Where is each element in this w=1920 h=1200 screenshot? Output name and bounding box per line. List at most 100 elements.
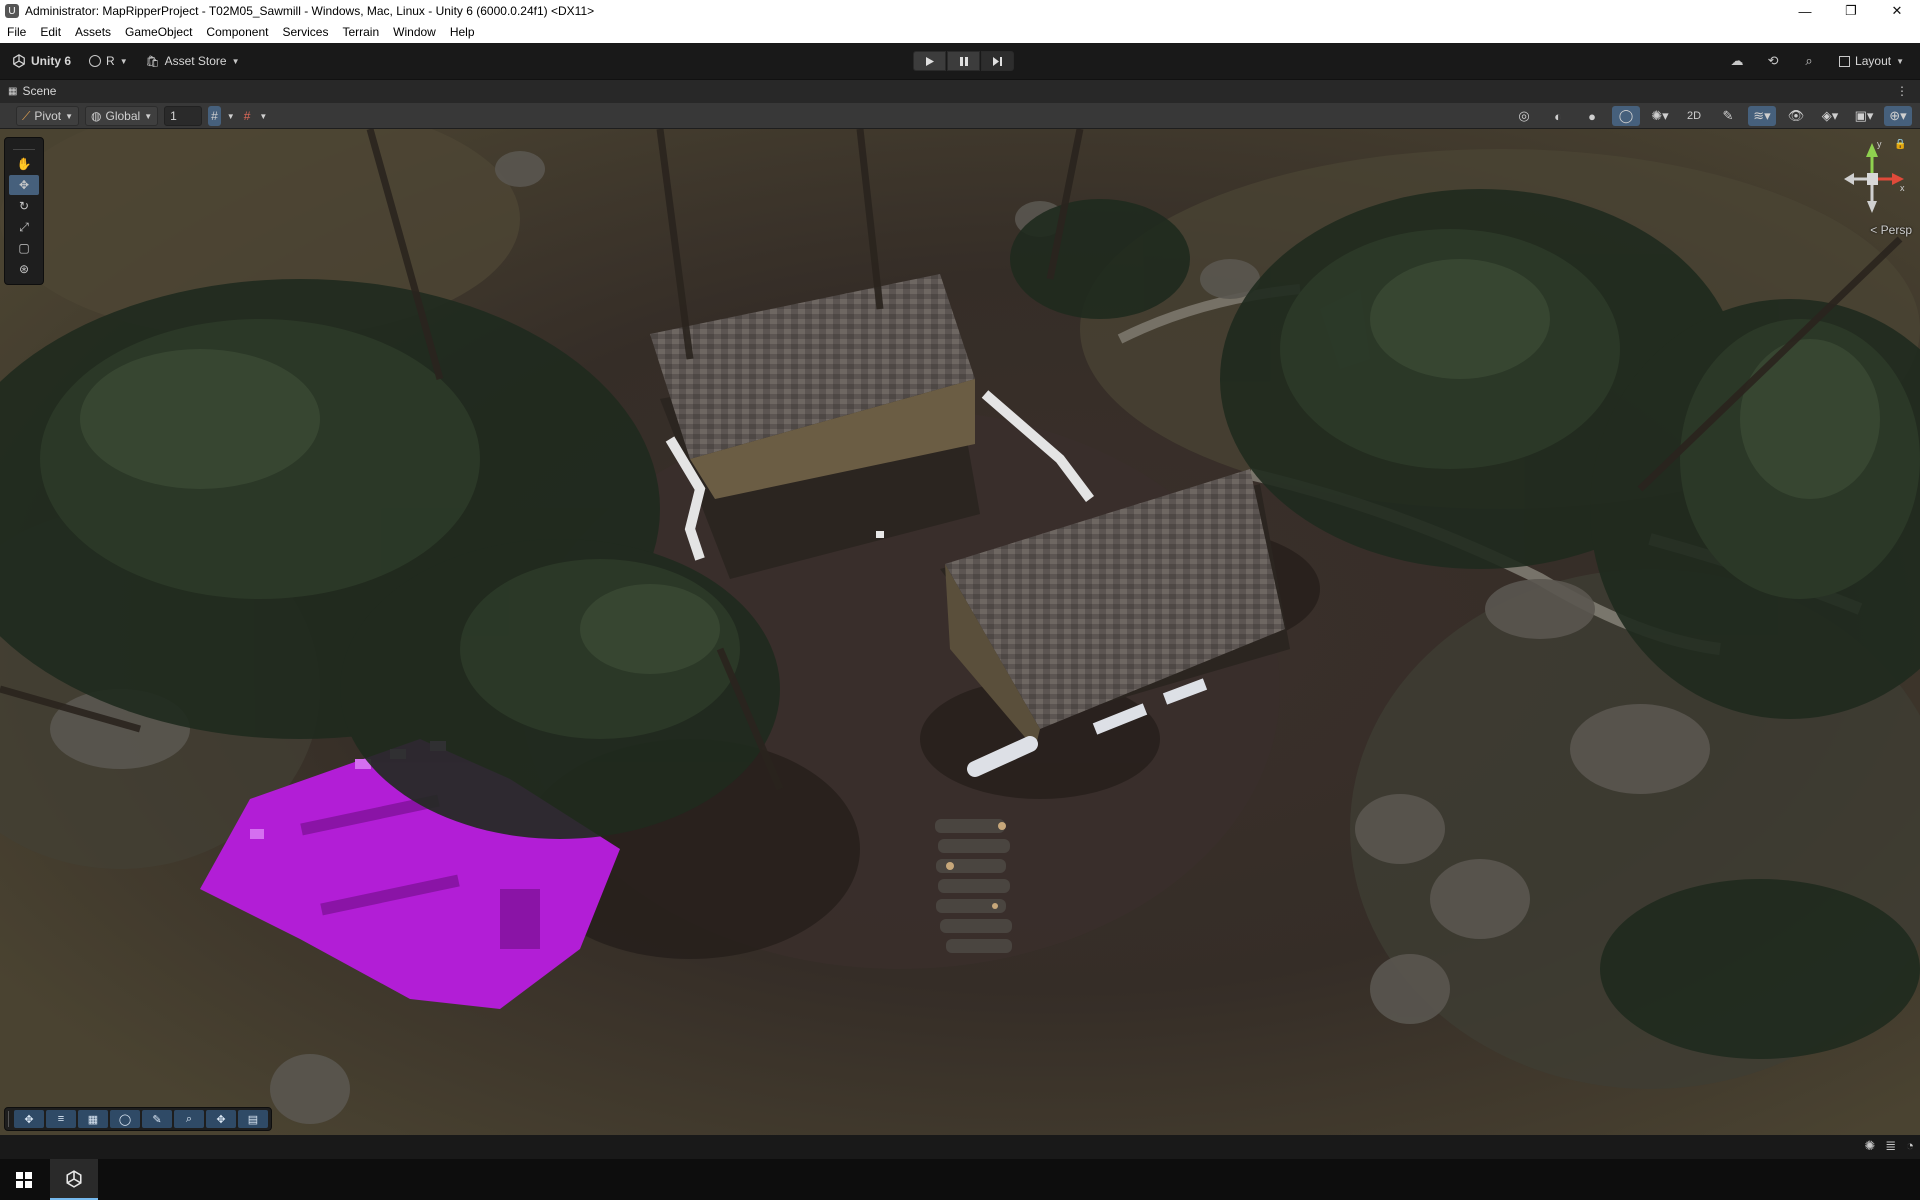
status-bar: ✺ ≣ ◔ (0, 1135, 1920, 1159)
camera-mode-label[interactable]: < Persp (1870, 223, 1912, 237)
gizmo-x-label: x (1900, 183, 1905, 193)
transform-tool-icon[interactable]: ⊛ (9, 259, 39, 279)
scene-viewport[interactable]: ✋ ✥ ↻ ⤢ ▢ ⊛ y x 🔒 < Persp ✥ ≡ ▦ ◯ ✎ ⌕ ✥ … (0, 129, 1920, 1135)
unity-version-label: Unity 6 (31, 54, 72, 68)
chevron-down-icon: ▼ (144, 111, 153, 121)
play-button[interactable] (913, 51, 946, 71)
menu-services[interactable]: Services (275, 22, 335, 43)
maximize-button[interactable]: ❐ (1828, 0, 1874, 22)
taskbar-unity-icon[interactable] (50, 1159, 98, 1200)
cloud-icon[interactable]: ☁ (1727, 51, 1747, 71)
lighting-toggle-icon[interactable]: ✎ (1714, 106, 1742, 126)
scene-visibility-icon[interactable]: 👁 (1782, 106, 1810, 126)
draw-mode-icon[interactable]: ◎ (1510, 106, 1538, 126)
grid-increment-input[interactable] (164, 106, 203, 126)
menu-window[interactable]: Window (386, 22, 443, 43)
menu-edit[interactable]: Edit (33, 22, 68, 43)
search-icon[interactable]: ⌕ (1799, 51, 1819, 71)
unity-logo-icon (13, 54, 25, 68)
scale-tool-icon[interactable]: ⤢ (9, 217, 39, 237)
tab-scene[interactable]: ▦ Scene (8, 84, 56, 98)
orbit-icon[interactable]: ◯ (110, 1110, 140, 1128)
scene-effects-icon[interactable]: ≋▾ (1748, 106, 1776, 126)
close-button[interactable]: ✕ (1874, 0, 1920, 22)
unlit-toggle-icon[interactable]: ◯ (1612, 106, 1640, 126)
scene-view-toolbar: ⟋ Pivot ▼ ◍ Global ▼ # ▼ # ▼ ◎ ◐ ● ◯ ✺▾ … (0, 103, 1920, 129)
minimize-button[interactable]: — (1782, 0, 1828, 22)
shaded-wireframe-icon[interactable]: ◐ (1544, 106, 1572, 126)
hand-tool-icon[interactable]: ✋ (9, 154, 39, 174)
shaded-icon[interactable]: ● (1578, 106, 1606, 126)
tab-scene-label: Scene (22, 84, 57, 98)
align-icon[interactable]: ≡ (46, 1110, 76, 1128)
windows-start-icon[interactable] (0, 1159, 48, 1200)
chevron-down-icon: ▼ (65, 111, 74, 121)
scene-render (0, 129, 1920, 1135)
globe-icon: ◍ (91, 109, 102, 123)
layout-icon (1839, 55, 1851, 67)
layout-dropdown[interactable]: Layout ▼ (1835, 51, 1908, 71)
tab-menu-button[interactable]: ⋮ (1896, 84, 1908, 98)
gizmo-y-label: y (1877, 139, 1882, 149)
2d-toggle-icon[interactable]: 2D (1680, 106, 1708, 126)
increment-snap-button[interactable]: # (241, 106, 254, 126)
rect-tool-icon[interactable]: ▢ (9, 238, 39, 258)
stack-icon[interactable]: ≣ (1885, 1138, 1896, 1154)
scene-overlay-toolbar: ✥ ≡ ▦ ◯ ✎ ⌕ ✥ ▤ (4, 1107, 272, 1131)
layout-label: Layout (1855, 54, 1892, 68)
global-label: Global (105, 109, 141, 123)
asset-store-dropdown[interactable]: 🛍 Asset Store ▼ (142, 51, 244, 71)
debug-draw-icon[interactable]: ✺▾ (1646, 106, 1674, 126)
menu-gameobject[interactable]: GameObject (118, 22, 199, 43)
unity-version-button[interactable]: Unity 6 (8, 51, 75, 71)
increment-snap-dropdown[interactable]: ▼ (259, 112, 267, 121)
grid-snap-dropdown[interactable]: ▼ (227, 112, 235, 121)
scene-tab-bar: ▦ Scene ⋮ (0, 79, 1920, 103)
chevron-down-icon: ▼ (231, 56, 240, 66)
menu-terrain[interactable]: Terrain (335, 22, 386, 43)
panel-grip[interactable] (13, 142, 35, 150)
window-title: Administrator: MapRipperProject - T02M05… (25, 4, 595, 18)
zoom-icon[interactable]: ⌕ (174, 1110, 204, 1128)
grid-snap-icon: # (211, 109, 218, 123)
move-tool-icon[interactable]: ✥ (9, 175, 39, 195)
account-dropdown[interactable]: R ▼ (85, 51, 132, 71)
step-button[interactable] (981, 51, 1014, 71)
chevron-down-icon: ▼ (1896, 56, 1904, 66)
grid-snap-button[interactable]: # (208, 106, 221, 126)
debug-bug-icon[interactable]: ✺ (1864, 1138, 1875, 1154)
pan-icon[interactable]: ✥ (206, 1110, 236, 1128)
rotate-tool-icon[interactable]: ↻ (9, 196, 39, 216)
pivot-dropdown[interactable]: ⟋ Pivot ▼ (16, 106, 80, 126)
pause-button[interactable] (947, 51, 980, 71)
main-toolbar: Unity 6 R ▼ 🛍 Asset Store ▼ ☁ ⟲ ⌕ Layout (0, 43, 1920, 79)
progress-check-icon[interactable]: ◔ (1906, 1138, 1914, 1154)
paint-icon[interactable]: ✎ (142, 1110, 172, 1128)
grid-icon[interactable]: ▦ (78, 1110, 108, 1128)
menu-file[interactable]: File (0, 22, 33, 43)
gizmos-icon[interactable]: ⊕▾ (1884, 106, 1912, 126)
account-icon (89, 55, 102, 67)
playmode-controls (913, 51, 1014, 71)
lock-icon[interactable]: 🔒 (1894, 139, 1906, 150)
chevron-down-icon: ▼ (119, 56, 128, 66)
pause-icon (959, 56, 968, 66)
menu-help[interactable]: Help (443, 22, 482, 43)
increment-snap-icon: # (243, 109, 251, 123)
layers-icon[interactable]: ◈▾ (1816, 106, 1844, 126)
orientation-gizmo[interactable]: y x 🔒 (1842, 139, 1906, 219)
global-dropdown[interactable]: ◍ Global ▼ (85, 106, 159, 126)
camera-settings-icon[interactable]: ▣▾ (1850, 106, 1878, 126)
step-icon (993, 56, 1002, 66)
overlay-grip[interactable] (8, 1111, 12, 1127)
menu-component[interactable]: Component (199, 22, 275, 43)
pivot-label: Pivot (34, 109, 62, 123)
move-snap-icon[interactable]: ✥ (14, 1110, 44, 1128)
history-icon[interactable]: ⟲ (1763, 51, 1783, 71)
window-title-bar: U Administrator: MapRipperProject - T02M… (0, 0, 1920, 22)
shopping-bag-icon: 🛍 (145, 55, 160, 68)
windows-taskbar (0, 1159, 1920, 1200)
play-icon (925, 56, 934, 66)
camera-icon[interactable]: ▤ (238, 1110, 268, 1128)
menu-assets[interactable]: Assets (68, 22, 118, 43)
